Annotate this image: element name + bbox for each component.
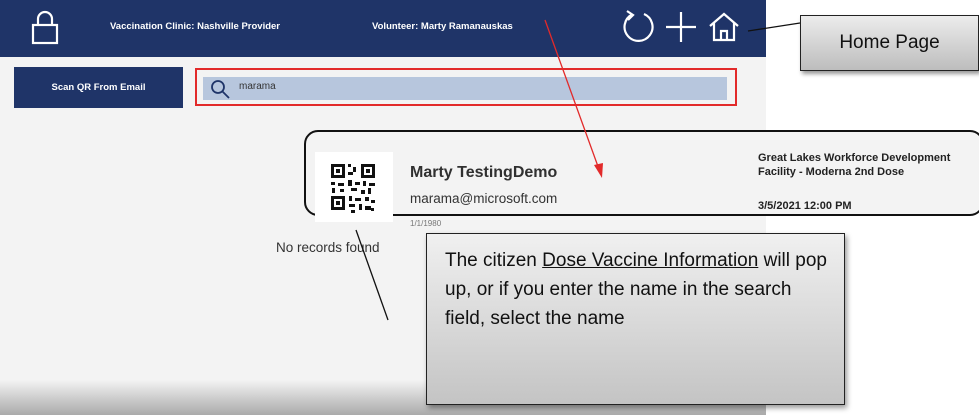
- info-callout: The citizen Dose Vaccine Information wil…: [426, 233, 845, 405]
- citizen-email: marama@microsoft.com: [410, 191, 558, 206]
- appointment-datetime: 3/5/2021 12:00 PM: [758, 200, 852, 212]
- scan-qr-button[interactable]: Scan QR From Email: [14, 67, 183, 108]
- citizen-name: Marty TestingDemo: [410, 164, 558, 181]
- qr-code-icon: [315, 152, 393, 222]
- search-input[interactable]: marama: [203, 77, 727, 100]
- info-callout-underlined: Dose Vaccine Information: [542, 250, 759, 271]
- home-icon[interactable]: [706, 9, 742, 45]
- refresh-icon[interactable]: [620, 9, 656, 45]
- search-highlight: marama: [195, 68, 737, 106]
- add-icon[interactable]: [663, 9, 699, 45]
- facility-dose: Facility - Moderna 2nd Dose: [758, 166, 905, 178]
- search-text: marama: [239, 81, 276, 92]
- search-icon: [211, 80, 230, 99]
- app-header: Vaccination Clinic: Nashville Provider V…: [0, 0, 766, 57]
- lock-icon[interactable]: [30, 8, 60, 46]
- facility-name: Great Lakes Workforce Development: [758, 152, 951, 164]
- no-records-text: No records found: [276, 240, 380, 255]
- home-page-callout: Home Page: [800, 15, 979, 71]
- clinic-title: Vaccination Clinic: Nashville Provider: [110, 21, 281, 32]
- volunteer-title: Volunteer: Marty Ramanauskas: [372, 21, 513, 32]
- info-callout-text: The citizen: [445, 250, 543, 271]
- citizen-dob: 1/1/1980: [410, 219, 442, 228]
